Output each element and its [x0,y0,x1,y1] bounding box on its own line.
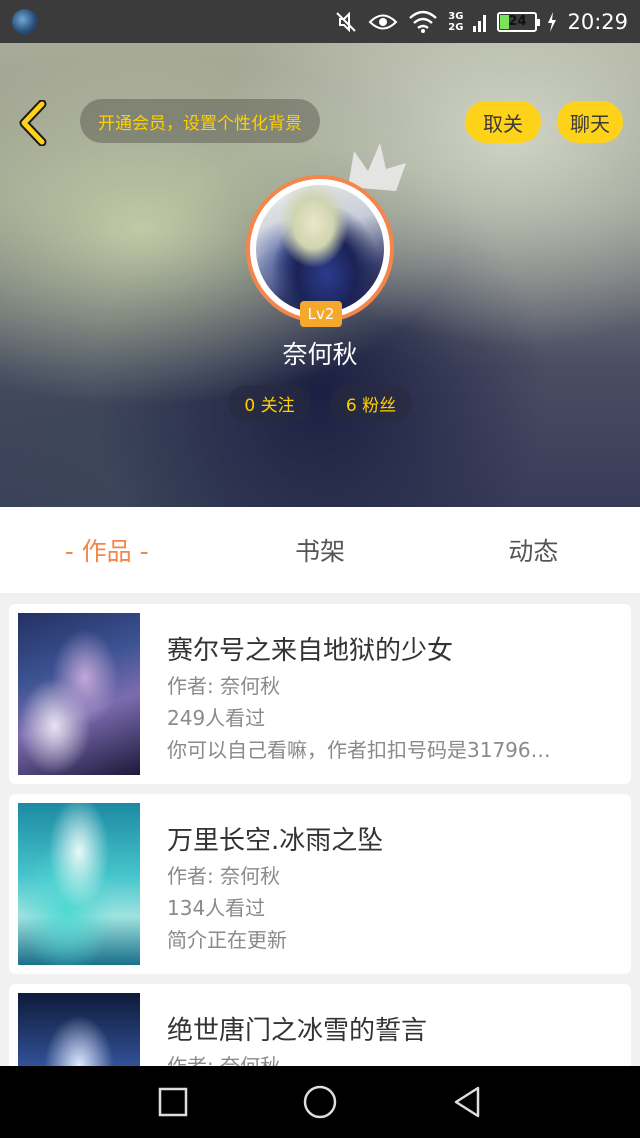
recents-button[interactable] [153,1082,193,1122]
network-2g: 2G [448,21,464,33]
book-cover [18,613,140,775]
battery-indicator: 24 [497,11,541,32]
clock: 20:29 [567,9,628,34]
book-title: 万里长空.冰雨之坠 [167,826,384,856]
book-intro: 你可以自己看嘛，作者扣扣号码是31796… [167,738,551,762]
chevron-left-icon [19,99,47,147]
book-views: 134人看过 [167,896,266,920]
avatar-image [256,185,384,313]
tab-works[interactable]: - 作品 - [0,532,213,568]
home-button[interactable] [300,1082,340,1122]
chat-button[interactable]: 聊天 [557,101,623,143]
system-nav-bar [0,1066,640,1138]
app-notification-icon [12,8,38,35]
signal-icon [473,14,487,32]
book-card[interactable]: 赛尔号之来自地狱的少女 作者: 奈何秋 249人看过 你可以自己看嘛，作者扣扣号… [9,604,631,784]
network-type: 3G 2G [448,11,463,33]
following-count[interactable]: 0 关注 [228,385,311,421]
mute-icon [336,11,357,32]
back-button[interactable] [14,99,54,147]
tab-bookshelf[interactable]: 书架 [213,532,426,568]
triangle-back-icon [454,1086,479,1118]
book-title: 绝世唐门之冰雪的誓言 [167,1016,428,1046]
eye-icon [368,14,398,29]
profile-tabs: - 作品 - 书架 动态 [0,507,640,593]
book-title: 赛尔号之来自地狱的少女 [167,636,454,666]
book-author: 作者: 奈何秋 [167,864,281,888]
book-views: 249人看过 [167,706,266,730]
network-3g: 3G [448,10,464,22]
fans-count[interactable]: 6 粉丝 [330,385,412,421]
book-intro: 简介正在更新 [167,928,287,952]
book-author: 作者: 奈何秋 [167,674,281,698]
tab-activity[interactable]: 动态 [427,532,640,568]
battery-level: 24 [508,14,527,29]
book-card[interactable]: 万里长空.冰雨之坠 作者: 奈何秋 134人看过 简介正在更新 [9,794,631,974]
status-bar: 3G 2G 24 20:29 [0,0,640,43]
square-icon [159,1087,188,1117]
circle-icon [303,1085,337,1119]
book-cover [18,803,140,965]
status-icons: 3G 2G 24 20:29 [334,10,628,34]
username: 奈何秋 [282,340,358,369]
vip-background-banner[interactable]: 开通会员，设置个性化背景 [80,99,320,143]
profile-header: 开通会员，设置个性化背景 取关 聊天 Lv2 奈何秋 0 关注 6 粉丝 [0,43,640,507]
wifi-icon [409,10,438,33]
charging-icon [548,11,557,32]
back-nav-button[interactable] [447,1082,487,1122]
level-badge: Lv2 [300,301,342,327]
unfollow-button[interactable]: 取关 [465,101,541,143]
